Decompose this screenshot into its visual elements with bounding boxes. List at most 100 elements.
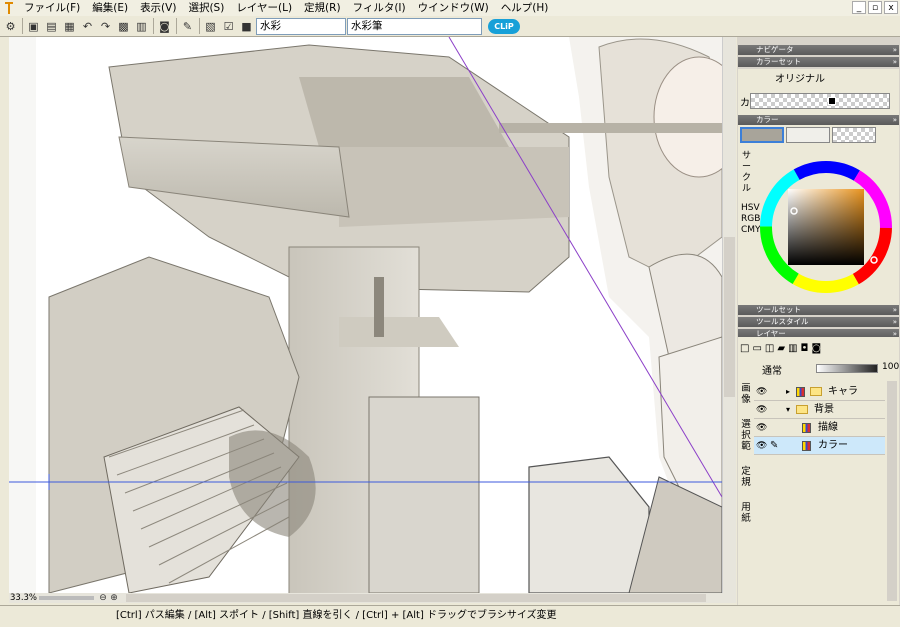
artwork[interactable] (9, 37, 722, 593)
opacity-value[interactable]: 100 (882, 362, 899, 372)
undo-icon[interactable]: ↶ (79, 18, 96, 35)
colorset-panel-header[interactable]: カラーセット » (738, 57, 899, 67)
scroll-thumb[interactable] (724, 237, 735, 397)
zoom-slider[interactable] (39, 596, 94, 600)
menu-edit[interactable]: 編集(E) (86, 0, 134, 16)
check-icon[interactable]: ☑ (220, 18, 237, 35)
restore-button[interactable]: ▫ (868, 1, 882, 14)
left-gutter (0, 37, 9, 603)
color-panel-header[interactable]: カラー » (738, 115, 899, 125)
vertical-scrollbar[interactable] (722, 37, 736, 593)
trash-icon[interactable]: ▥ (788, 343, 797, 354)
folder-icon[interactable]: ▰ (777, 343, 785, 354)
side-tab-image[interactable]: 画像 (740, 383, 752, 405)
new-canvas-icon[interactable]: ▣ (25, 18, 42, 35)
transparent-color-box[interactable] (832, 127, 876, 143)
gear-icon[interactable]: ⚙ (2, 18, 19, 35)
swatch-black-icon[interactable] (828, 97, 836, 105)
color-swatches[interactable] (750, 93, 890, 109)
menu-bar: ファイル(F) 編集(E) 表示(V) 選択(S) レイヤー(L) 定規(R) … (0, 0, 900, 16)
copy-layer-icon[interactable]: ◫ (765, 343, 774, 354)
zoom-level[interactable]: 33.3% (9, 593, 39, 603)
side-tab-selection[interactable]: 選択範 (740, 419, 752, 452)
brush-name-field[interactable]: 水彩筆 (347, 17, 482, 35)
layer-icon[interactable]: ▧ (202, 18, 219, 35)
expand-arrow-icon[interactable]: ▾ (786, 401, 790, 419)
redo-icon[interactable]: ↷ (97, 18, 114, 35)
menu-filter[interactable]: フィルタ(I) (347, 0, 412, 16)
toolset-title: ツールセット (756, 305, 801, 314)
new-layer-icon[interactable]: □ (740, 343, 749, 354)
lock-icon[interactable]: ◘ (801, 343, 809, 354)
layer-name: カラー (818, 440, 848, 451)
toolset-panel-header[interactable]: ツールセット » (738, 305, 899, 315)
color-wheel[interactable] (758, 159, 894, 295)
opacity-slider[interactable] (816, 364, 878, 373)
folder-icon (810, 387, 822, 396)
drawing-canvas[interactable] (9, 37, 722, 593)
menu-ruler[interactable]: 定規(R) (298, 0, 347, 16)
expand-arrow-icon[interactable]: ▸ (786, 383, 790, 401)
expand-icon[interactable]: » (893, 305, 897, 315)
layer-side-tabs[interactable]: 画像 選択範 定規 用紙 (740, 383, 752, 524)
expand-icon[interactable]: » (893, 115, 897, 125)
toolbar-separator (199, 18, 200, 34)
window-icon[interactable]: ▤ (43, 18, 60, 35)
expand-icon[interactable]: » (893, 45, 897, 55)
mask-icon[interactable]: ◙ (811, 343, 821, 354)
layer-row[interactable]: 👁 ▸ キャラ (754, 383, 885, 401)
menu-file[interactable]: ファイル(F) (18, 0, 86, 16)
folder-icon (796, 405, 808, 414)
layer-name: 背景 (814, 404, 834, 415)
right-panel-dock: ナビゲータ » カラーセット » オリジナル カ カラー » サークル HSV RGB… (737, 37, 900, 605)
toolstyle-panel-header[interactable]: ツールスタイル » (738, 317, 899, 327)
zoom-out-icon[interactable]: ⊖ (98, 593, 108, 603)
snap-icon[interactable]: ▥ (133, 18, 150, 35)
app-icon[interactable] (2, 1, 16, 15)
side-tab-paper[interactable]: 用紙 (740, 502, 752, 524)
clip-logo-button[interactable]: CLiP (488, 18, 520, 34)
blend-mode-select[interactable]: 通常 (762, 362, 782, 377)
eye-icon[interactable]: 👁 (756, 383, 767, 401)
grid-icon[interactable]: ▦ (61, 18, 78, 35)
menu-window[interactable]: ウインドウ(W) (412, 0, 495, 16)
layer-row[interactable]: 👁 描線 (754, 419, 885, 437)
color-title: カラー (756, 115, 779, 124)
close-button[interactable]: x (884, 1, 898, 14)
sub-color-box[interactable] (786, 127, 830, 143)
main-color-box[interactable] (740, 127, 784, 143)
layer-scrollbar[interactable] (887, 381, 897, 601)
brush-category-field[interactable]: 水彩 (256, 17, 346, 35)
tab-hsv-rgb-cmy[interactable]: HSV RGB CMY (741, 203, 761, 236)
pen-edit-icon: ✎ (770, 440, 779, 451)
layer-color-icon (802, 441, 811, 451)
menu-select[interactable]: 選択(S) (182, 0, 230, 16)
brush-icon[interactable]: ✎ (179, 18, 196, 35)
eye-icon[interactable]: 👁 (756, 419, 767, 437)
palette-icon[interactable]: ■ (238, 18, 255, 35)
eye-icon[interactable]: 👁 (756, 401, 767, 419)
colorset-select[interactable]: オリジナル (740, 72, 860, 87)
new-vector-layer-icon[interactable]: ▭ (752, 343, 761, 354)
tab-circle[interactable]: サークル (742, 151, 751, 194)
side-tab-ruler[interactable]: 定規 (740, 466, 752, 488)
expand-icon[interactable]: » (893, 317, 897, 327)
navigator-panel-header[interactable]: ナビゲータ » (738, 45, 899, 55)
menu-help[interactable]: ヘルプ(H) (495, 0, 555, 16)
menu-layer[interactable]: レイヤー(L) (230, 0, 298, 16)
layer-name: キャラ (828, 386, 858, 397)
zoom-in-icon[interactable]: ⊕ (109, 593, 119, 603)
layer-row-selected[interactable]: 👁 ✎ カラー (754, 437, 885, 455)
toolbar-separator (22, 18, 23, 34)
horizontal-scrollbar[interactable] (126, 594, 706, 602)
color-mode-tabs[interactable]: サークル HSV RGB CMY (741, 151, 761, 236)
layer-row[interactable]: 👁 ▾ 背景 (754, 401, 885, 419)
layer-color-icon (796, 387, 805, 397)
minimize-button[interactable]: _ (852, 1, 866, 14)
camera-icon[interactable]: ◙ (156, 18, 173, 35)
select-icon[interactable]: ▩ (115, 18, 132, 35)
expand-icon[interactable]: » (893, 57, 897, 67)
eye-icon[interactable]: 👁 (756, 437, 767, 455)
menu-view[interactable]: 表示(V) (134, 0, 182, 16)
color-panel: サークル HSV RGB CMY (738, 125, 899, 305)
